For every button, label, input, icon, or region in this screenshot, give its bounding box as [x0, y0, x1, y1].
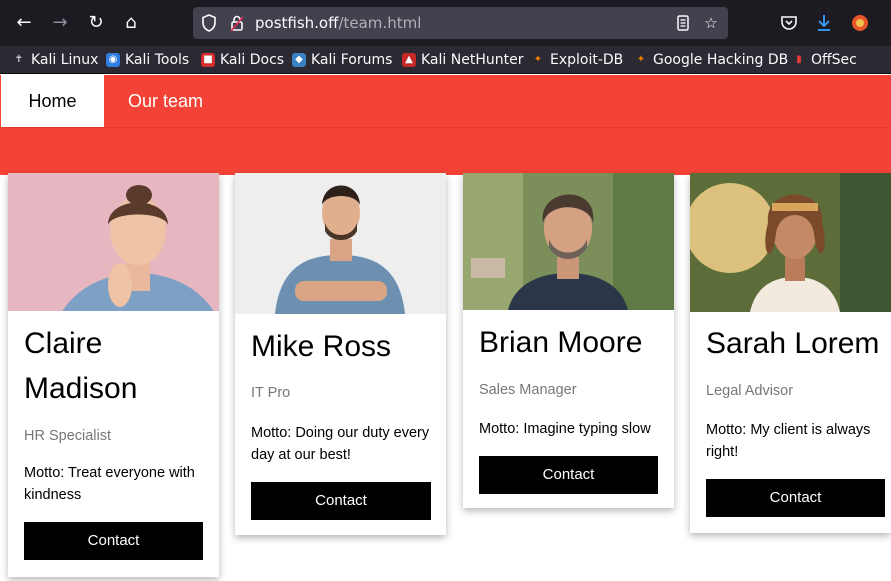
- member-motto: Motto: Imagine typing slow: [479, 421, 651, 437]
- download-icon[interactable]: [812, 11, 836, 35]
- member-name: Sarah Lorem: [706, 327, 880, 360]
- bookmark-google-hacking-db[interactable]: ✦ Google Hacking DB: [634, 50, 788, 70]
- contact-button[interactable]: Contact: [24, 522, 203, 560]
- kali-tools-icon: ◉: [106, 53, 120, 67]
- nav-home-link[interactable]: Home: [1, 75, 104, 127]
- url-path: /team.html: [338, 14, 422, 32]
- bookmarks-bar: ✝ Kali Linux ◉ Kali Tools ■ Kali Docs ◆ Kali…: [0, 46, 891, 74]
- url-text[interactable]: postfish.off/team.html: [255, 7, 421, 39]
- kali-nethunter-icon: ▲: [402, 53, 416, 67]
- kali-docs-icon: ■: [201, 53, 215, 67]
- bookmark-kali-nethunter[interactable]: ▲ Kali NetHunter: [402, 50, 523, 70]
- team-card-mike: Mike Ross IT Pro Motto: Doing our duty e…: [235, 173, 446, 535]
- team-photo: [690, 173, 891, 312]
- bookmark-label: Kali Tools: [125, 52, 190, 68]
- forward-arrow-icon[interactable]: →: [48, 11, 72, 35]
- kali-forums-icon: ◆: [292, 53, 306, 67]
- hero-band: [0, 127, 891, 175]
- shield-icon[interactable]: [197, 11, 221, 35]
- member-motto: Motto: Treat everyone with kindness: [24, 465, 195, 503]
- bookmark-label: Google Hacking DB: [653, 52, 789, 68]
- team-photo: [8, 173, 219, 311]
- ghdb-icon: ✦: [636, 54, 646, 65]
- member-name: Brian Moore: [479, 326, 643, 359]
- bookmark-kali-forums[interactable]: ◆ Kali Forums: [292, 50, 392, 70]
- kali-dragon-icon: ✝: [14, 54, 24, 65]
- bookmark-exploit-db[interactable]: ✦ Exploit-DB: [531, 50, 624, 70]
- bookmark-label: Kali Docs: [220, 52, 285, 68]
- member-role: Sales Manager: [479, 382, 577, 398]
- insecure-lock-icon[interactable]: [225, 11, 249, 35]
- home-icon[interactable]: ⌂: [119, 11, 143, 35]
- bookmark-offsec[interactable]: ▮ OffSec: [792, 50, 857, 70]
- offsec-icon: ▮: [796, 54, 802, 65]
- contact-button[interactable]: Contact: [479, 456, 658, 494]
- bookmark-kali-tools[interactable]: ◉ Kali Tools: [106, 50, 189, 70]
- contact-button[interactable]: Contact: [706, 479, 885, 517]
- contact-button[interactable]: Contact: [251, 482, 431, 520]
- bookmark-label: OffSec: [811, 52, 857, 68]
- bookmark-label: Kali Linux: [31, 52, 99, 68]
- bookmark-label: Kali Forums: [311, 52, 393, 68]
- member-role: Legal Advisor: [706, 383, 794, 399]
- site-navbar: Home Our team: [0, 75, 891, 127]
- team-photo: [463, 173, 674, 310]
- member-name: Mike Ross: [251, 330, 392, 363]
- team-card-claire: Claire Madison HR Specialist Motto: Trea…: [8, 173, 219, 577]
- extension-icon[interactable]: [848, 11, 872, 35]
- web-page: Home Our team Claire Madison HR Speciali…: [0, 75, 891, 581]
- nav-our-team-link[interactable]: Our team: [128, 75, 203, 127]
- member-role: HR Specialist: [24, 428, 112, 444]
- pocket-icon[interactable]: [777, 11, 801, 35]
- back-arrow-icon[interactable]: ←: [12, 11, 36, 35]
- url-host: postfish.off: [255, 14, 339, 32]
- bookmark-label: Kali NetHunter: [421, 52, 524, 68]
- team-card-brian: Brian Moore Sales Manager Motto: Imagine…: [463, 173, 674, 508]
- bookmark-label: Exploit-DB: [550, 52, 624, 68]
- exploit-db-icon: ✦: [533, 54, 543, 65]
- reload-icon[interactable]: ↻: [84, 11, 108, 35]
- member-motto: Motto: My client is always right!: [706, 422, 871, 460]
- bookmark-star-icon[interactable]: ☆: [699, 11, 723, 35]
- member-role: IT Pro: [251, 385, 291, 401]
- member-motto: Motto: Doing our duty every day at our b…: [251, 425, 430, 463]
- url-bar[interactable]: postfish.off/team.html ☆: [193, 7, 728, 39]
- team-card-sarah: Sarah Lorem Legal Advisor Motto: My clie…: [690, 173, 891, 533]
- bookmark-kali-docs[interactable]: ■ Kali Docs: [201, 50, 284, 70]
- team-photo: [235, 173, 446, 314]
- bookmark-kali-linux[interactable]: ✝ Kali Linux: [12, 50, 99, 70]
- browser-toolbar: ← → ↻ ⌂ postfish.off/team.html ☆: [0, 0, 891, 46]
- reader-view-icon[interactable]: [671, 11, 695, 35]
- member-name: Claire Madison: [24, 327, 138, 405]
